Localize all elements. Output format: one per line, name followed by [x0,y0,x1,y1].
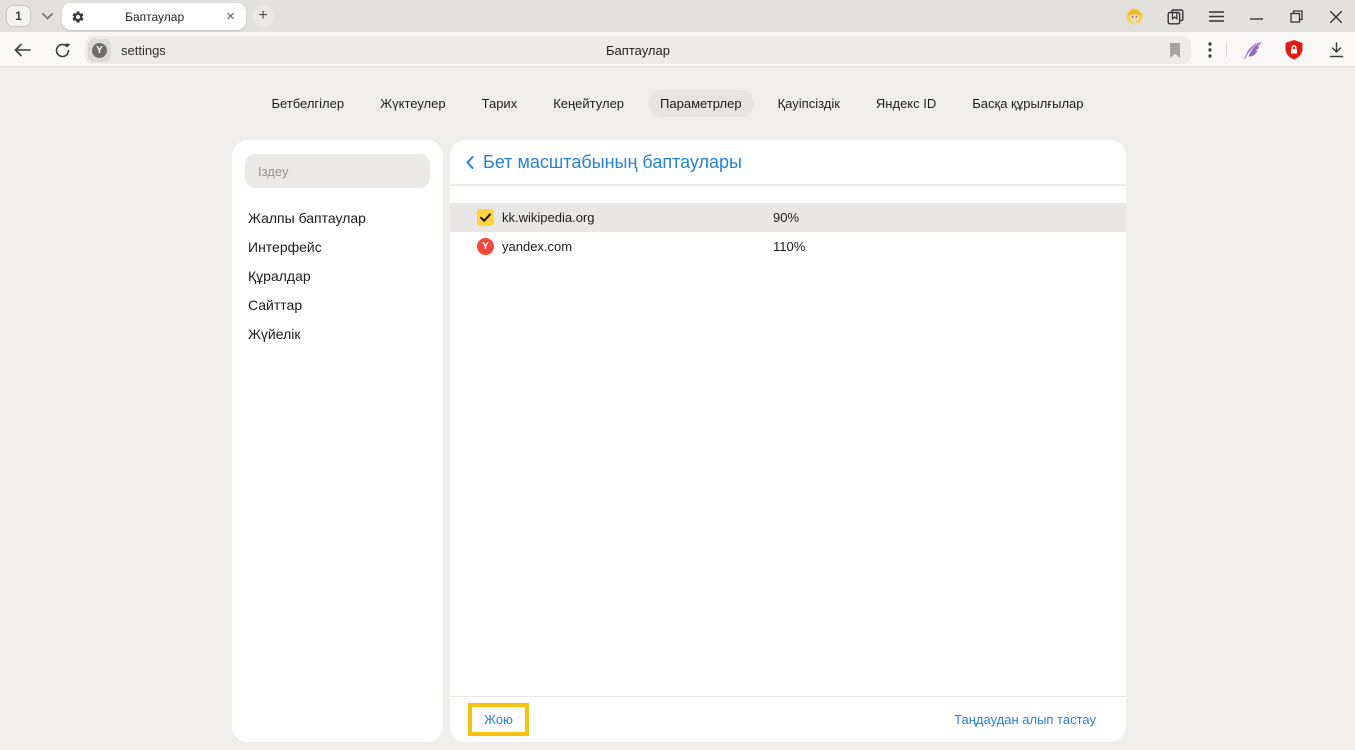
nav-tab-yandex-id[interactable]: Яндекс ID [864,90,948,117]
window-restore-button[interactable] [1287,8,1305,25]
site-name: yandex.com [502,239,572,254]
yandex-favicon[interactable]: Y [477,238,494,255]
site-favicon-badge[interactable]: Y [88,39,111,62]
tab-counter-button[interactable]: 1 [6,5,31,27]
nav-tab-extensions[interactable]: Кеңейтулер [541,90,636,117]
panel-footer: Жою Таңдаудан алып тастау [450,696,1126,742]
page-zoom-settings-panel: Бет масштабының баптаулары kk.wikipedia.… [450,140,1126,742]
protect-shield-icon[interactable] [1284,41,1304,59]
zen-feather-icon[interactable] [1242,41,1262,59]
nav-tab-security[interactable]: Қауіпсіздік [766,90,852,117]
tab-list-chevron-down-icon[interactable] [38,8,56,24]
nav-tab-settings[interactable]: Параметрлер [648,90,754,117]
window-close-button[interactable] [1327,8,1345,25]
downloads-icon[interactable] [1326,41,1346,59]
side-panel-bookmarks-icon[interactable] [1166,8,1184,25]
gear-icon [71,10,85,24]
browser-tab-settings[interactable]: Баптаулар × [62,3,246,30]
yandex-browser-icon: Y [92,43,107,58]
tab-close-icon[interactable]: × [224,9,237,24]
nav-tab-bookmarks[interactable]: Бетбелгілер [259,90,356,117]
list-item[interactable]: Y yandex.com 110% [450,232,1126,261]
back-button[interactable] [12,41,32,59]
omnibox-more-icon[interactable] [1200,41,1220,59]
back-chevron-icon[interactable] [466,156,474,169]
address-toolbar: Y settings Баптаулар [0,32,1355,67]
delete-button[interactable]: Жою [468,703,529,736]
omnibox-url[interactable]: settings [121,43,166,58]
sidebar-item-tools[interactable]: Құралдар [232,261,443,290]
tab-title: Баптаулар [85,10,224,24]
settings-sidebar: Жалпы баптаулар Интерфейс Құралдар Сайтт… [232,140,443,742]
nav-tab-downloads[interactable]: Жүктеулер [368,90,458,117]
settings-page: Бетбелгілер Жүктеулер Тарих Кеңейтулер П… [0,68,1355,750]
site-name: kk.wikipedia.org [502,210,595,225]
window-minimize-button[interactable] [1247,10,1265,27]
zoom-rules-list: kk.wikipedia.org 90% Y yandex.com 110% [450,186,1126,261]
zoom-value: 90% [773,210,799,225]
panel-header: Бет масштабының баптаулары [450,140,1126,186]
sidebar-item-system[interactable]: Жүйелік [232,319,443,348]
nav-tab-history[interactable]: Тарих [470,90,530,117]
sidebar-item-interface[interactable]: Интерфейс [232,232,443,261]
omnibox-page-title: Баптаулар [85,43,1191,58]
browser-menu-icon[interactable] [1207,8,1225,25]
tab-strip: 1 Баптаулар × + [0,0,1355,32]
new-tab-button[interactable]: + [252,5,274,27]
profile-avatar[interactable] [1125,8,1143,25]
nav-tab-other-devices[interactable]: Басқа құрылғылар [960,90,1095,117]
sidebar-item-general[interactable]: Жалпы баптаулар [232,203,443,232]
panel-title[interactable]: Бет масштабының баптаулары [483,152,742,173]
sidebar-item-sites[interactable]: Сайттар [232,290,443,319]
bookmark-flag-icon[interactable] [1169,43,1181,58]
list-item[interactable]: kk.wikipedia.org 90% [450,203,1126,232]
omnibox[interactable]: Y settings Баптаулар [85,36,1191,64]
toolbar-divider [1226,42,1227,57]
sidebar-list: Жалпы баптаулар Интерфейс Құралдар Сайтт… [232,203,443,348]
search-input[interactable] [245,154,430,188]
settings-nav: Бетбелгілер Жүктеулер Тарих Кеңейтулер П… [0,90,1355,117]
zoom-value: 110% [773,239,805,254]
panel-spacer [450,261,1126,696]
deselect-all-link[interactable]: Таңдаудан алып тастау [954,712,1096,727]
reload-button[interactable] [52,41,72,59]
checkbox-checked-icon[interactable] [477,209,494,226]
